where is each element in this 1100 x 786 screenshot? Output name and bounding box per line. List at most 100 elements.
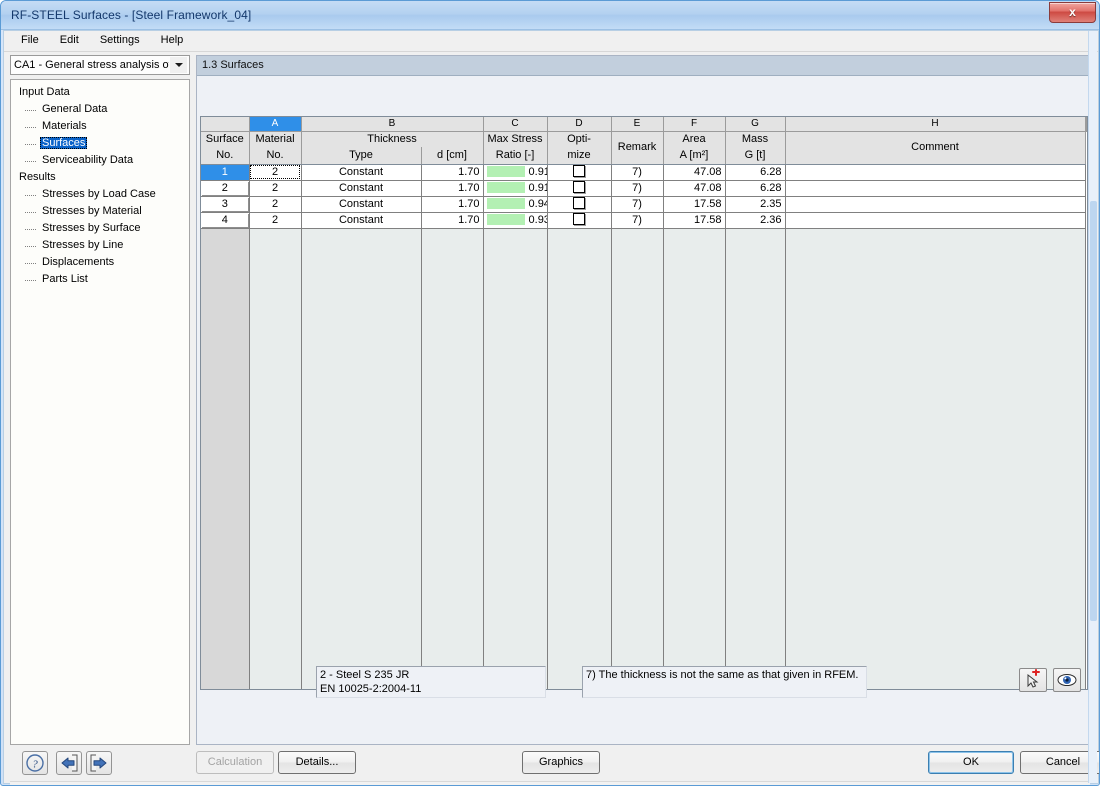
- header-material-no-line1: Material: [249, 131, 302, 147]
- column-header-h[interactable]: H: [785, 117, 1086, 132]
- tree-item-stresses-by-line-label: Stresses by Line: [42, 239, 124, 251]
- ratio-bar: [486, 182, 525, 194]
- column-header-g[interactable]: G: [725, 117, 786, 132]
- table-row[interactable]: 4 2 Constant 1.70 0.93 7) 17.58 2.36: [201, 212, 1087, 229]
- menu-item-settings[interactable]: Settings: [91, 31, 149, 49]
- column-header-b[interactable]: B: [301, 117, 484, 132]
- tree-item-serviceability-data[interactable]: Serviceability Data: [15, 152, 189, 169]
- column-header-f[interactable]: F: [663, 117, 726, 132]
- cell-comment[interactable]: [785, 196, 1086, 213]
- cell-thickness-d[interactable]: 1.70: [421, 196, 484, 213]
- details-button[interactable]: Details...: [278, 751, 356, 774]
- cell-max-stress-ratio: 0.91: [483, 164, 548, 181]
- view-mode-button[interactable]: [1053, 668, 1081, 692]
- cell-comment[interactable]: [785, 212, 1086, 229]
- tree-item-materials[interactable]: Materials: [15, 118, 189, 135]
- load-case-combo-value: CA1 - General stress analysis of: [14, 59, 169, 71]
- column-header-c[interactable]: C: [483, 117, 548, 132]
- tree-item-general-data[interactable]: General Data: [15, 101, 189, 118]
- cell-optimize[interactable]: [547, 212, 612, 229]
- cell-comment[interactable]: [785, 180, 1086, 197]
- cell-material-no[interactable]: 2: [249, 180, 302, 197]
- tree-item-surfaces[interactable]: Surfaces: [15, 135, 189, 152]
- table-row[interactable]: 2 2 Constant 1.70 0.91 7) 47.08 6.28: [201, 180, 1087, 197]
- header-comment: Comment: [785, 131, 1086, 165]
- cell-thickness-type[interactable]: Constant: [301, 180, 422, 197]
- optimize-checkbox[interactable]: [573, 181, 586, 194]
- cell-optimize[interactable]: [547, 164, 612, 181]
- tree-item-displacements[interactable]: Displacements: [15, 254, 189, 271]
- table-caption-row-1: Surface Material Thickness Max Stress Op…: [201, 131, 1087, 165]
- pick-in-model-button[interactable]: [1019, 668, 1047, 692]
- table-corner-cell[interactable]: [201, 117, 250, 132]
- cell-thickness-d[interactable]: 1.70: [421, 180, 484, 197]
- load-case-combo[interactable]: CA1 - General stress analysis of: [10, 55, 190, 75]
- arrow-left-icon: [61, 754, 78, 772]
- tree-item-stresses-by-material[interactable]: Stresses by Material: [15, 203, 189, 220]
- header-mass-line2: G [t]: [725, 147, 786, 165]
- cell-material-no[interactable]: 2: [249, 212, 302, 229]
- optimize-checkbox[interactable]: [573, 197, 586, 210]
- tree-group-results[interactable]: Results: [15, 169, 189, 186]
- navigator-panel: CA1 - General stress analysis of Input D…: [10, 55, 192, 745]
- cell-remark: 7): [611, 196, 664, 213]
- row-header[interactable]: 3: [201, 196, 250, 213]
- tree-group-input-data[interactable]: Input Data: [15, 84, 189, 101]
- empty-cell: [725, 228, 786, 689]
- cell-thickness-type[interactable]: Constant: [301, 164, 422, 181]
- close-button[interactable]: x: [1049, 2, 1096, 23]
- column-header-a[interactable]: A: [249, 117, 302, 132]
- menu-item-help[interactable]: Help: [152, 31, 193, 49]
- optimize-checkbox[interactable]: [573, 165, 586, 178]
- row-header[interactable]: 1: [201, 164, 250, 181]
- header-optimize-line2: mize: [547, 147, 612, 165]
- eye-icon: [1057, 674, 1077, 686]
- ratio-value: 0.91: [528, 181, 547, 194]
- window-scrollbar[interactable]: [1088, 31, 1097, 783]
- cell-thickness-type[interactable]: Constant: [301, 212, 422, 229]
- row-header[interactable]: 4: [201, 212, 250, 229]
- cell-optimize[interactable]: [547, 196, 612, 213]
- column-header-i[interactable]: I: [1085, 117, 1087, 132]
- optimize-checkbox[interactable]: [573, 213, 586, 226]
- tree-item-stresses-by-line[interactable]: Stresses by Line: [15, 237, 189, 254]
- ok-button[interactable]: OK: [928, 751, 1014, 774]
- bottom-toolbar: ? Calculation Details... Graphics OK Can…: [10, 749, 1099, 779]
- scrollbar-thumb[interactable]: [1090, 201, 1097, 621]
- column-header-e[interactable]: E: [611, 117, 664, 132]
- cell-area: 47.08: [663, 180, 726, 197]
- svg-text:?: ?: [32, 759, 38, 771]
- ratio-value: 0.91: [528, 165, 547, 178]
- empty-cell: [421, 228, 484, 689]
- cell-thickness-type[interactable]: Constant: [301, 196, 422, 213]
- chevron-down-icon[interactable]: [170, 57, 187, 73]
- table-row[interactable]: 3 2 Constant 1.70 0.94 7) 17.58 2.35: [201, 196, 1087, 213]
- cell-optimize[interactable]: [547, 180, 612, 197]
- cell-mass: 2.35: [725, 196, 786, 213]
- tree-item-parts-list[interactable]: Parts List: [15, 271, 189, 288]
- cell-thickness-d[interactable]: 1.70: [421, 212, 484, 229]
- previous-button[interactable]: [56, 751, 82, 775]
- header-area-line1: Area: [663, 131, 726, 147]
- menu-item-file[interactable]: File: [12, 31, 48, 49]
- status-bar: [10, 781, 1090, 785]
- cell-remark: 7): [611, 164, 664, 181]
- row-header[interactable]: 2: [201, 180, 250, 197]
- calculation-button[interactable]: Calculation: [196, 751, 274, 774]
- cell-thickness-d[interactable]: 1.70: [421, 164, 484, 181]
- column-header-d[interactable]: D: [547, 117, 612, 132]
- tree-item-stresses-by-load-case[interactable]: Stresses by Load Case: [15, 186, 189, 203]
- help-button[interactable]: ?: [22, 751, 48, 775]
- surfaces-table-container[interactable]: A B C D E F G H I Surface Material: [200, 116, 1088, 690]
- cell-comment[interactable]: [785, 164, 1086, 181]
- tree-item-stresses-by-surface[interactable]: Stresses by Surface: [15, 220, 189, 237]
- table-empty-area: [201, 228, 1087, 689]
- cell-material-no[interactable]: 2: [249, 196, 302, 213]
- graphics-button[interactable]: Graphics: [522, 751, 600, 774]
- menu-item-edit[interactable]: Edit: [51, 31, 88, 49]
- cell-material-no[interactable]: 2: [249, 164, 302, 181]
- pick-cursor-icon: [1027, 669, 1040, 688]
- tree-item-displacements-label: Displacements: [42, 256, 115, 268]
- table-row[interactable]: 1 2 Constant 1.70 0.91 7) 47.08 6.28: [201, 164, 1087, 181]
- next-button[interactable]: [86, 751, 112, 775]
